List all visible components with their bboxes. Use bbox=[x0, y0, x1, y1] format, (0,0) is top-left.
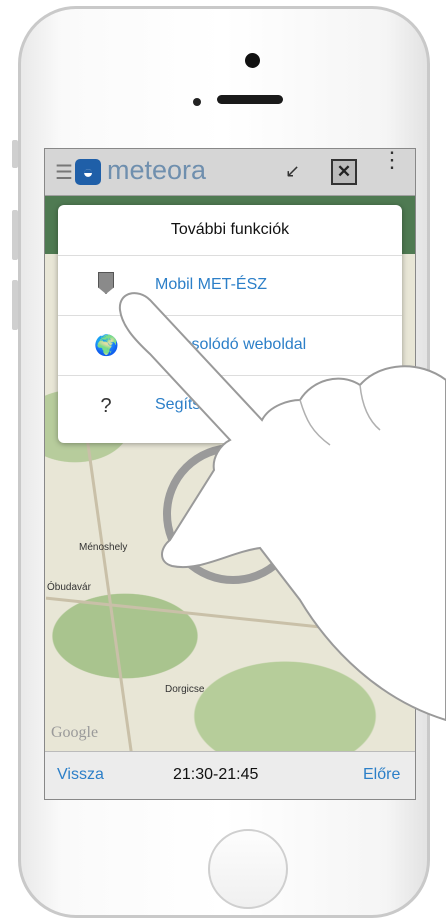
proximity-sensor bbox=[193, 98, 201, 106]
forward-button[interactable]: Előre bbox=[363, 766, 400, 784]
map-road bbox=[79, 397, 134, 755]
earpiece-speaker bbox=[217, 95, 283, 104]
menu-item-mobil-met-esz[interactable]: Mobil MET-ÉSZ bbox=[58, 255, 402, 316]
meteora-logo-icon: ◒ bbox=[75, 159, 101, 185]
help-icon: ? bbox=[100, 395, 112, 417]
menu-title: További funkciók bbox=[170, 221, 290, 238]
time-range-label: 21:30-21:45 bbox=[173, 766, 259, 783]
google-attribution: Google bbox=[51, 724, 99, 741]
more-functions-menu: További funkciók Mobil MET-ÉSZ 🌍 Kapcsol… bbox=[58, 205, 402, 443]
app-brand-name: meteora bbox=[107, 155, 207, 185]
menu-item-help[interactable]: ? Segítség bbox=[58, 375, 402, 436]
menu-item-label: Mobil MET-ÉSZ bbox=[155, 276, 268, 293]
map-place-label: Óbudavár bbox=[47, 582, 91, 593]
front-camera bbox=[245, 53, 260, 68]
pin-icon bbox=[98, 272, 114, 294]
menu-item-label: Kapcsolódó weboldal bbox=[155, 336, 307, 353]
app-screen: ☰ ◒ meteora ↙ ✕ ⋮ Ménoshely Óbudavár Dor… bbox=[44, 148, 416, 800]
close-icon[interactable]: ✕ bbox=[331, 159, 357, 185]
radar-range-ring bbox=[163, 444, 303, 584]
map-place-label: Ménoshely bbox=[79, 542, 128, 553]
map-place-label: Dorgicse bbox=[165, 684, 205, 695]
more-options-icon[interactable]: ⋮ bbox=[381, 149, 403, 171]
menu-item-related-website[interactable]: 🌍 Kapcsolódó weboldal bbox=[58, 315, 402, 376]
map-road bbox=[45, 596, 415, 639]
app-toolbar: ☰ ◒ meteora ↙ ✕ ⋮ bbox=[45, 149, 415, 196]
collapse-arrows-icon[interactable]: ↙ bbox=[285, 161, 300, 182]
back-button[interactable]: Vissza bbox=[57, 766, 104, 784]
globe-icon: 🌍 bbox=[94, 335, 119, 357]
home-button[interactable] bbox=[208, 829, 288, 909]
hamburger-menu-icon[interactable]: ☰ bbox=[55, 163, 73, 183]
menu-item-label: Segítség bbox=[155, 396, 219, 413]
time-navigation-bar: Vissza 21:30-21:45 Előre bbox=[45, 751, 415, 799]
